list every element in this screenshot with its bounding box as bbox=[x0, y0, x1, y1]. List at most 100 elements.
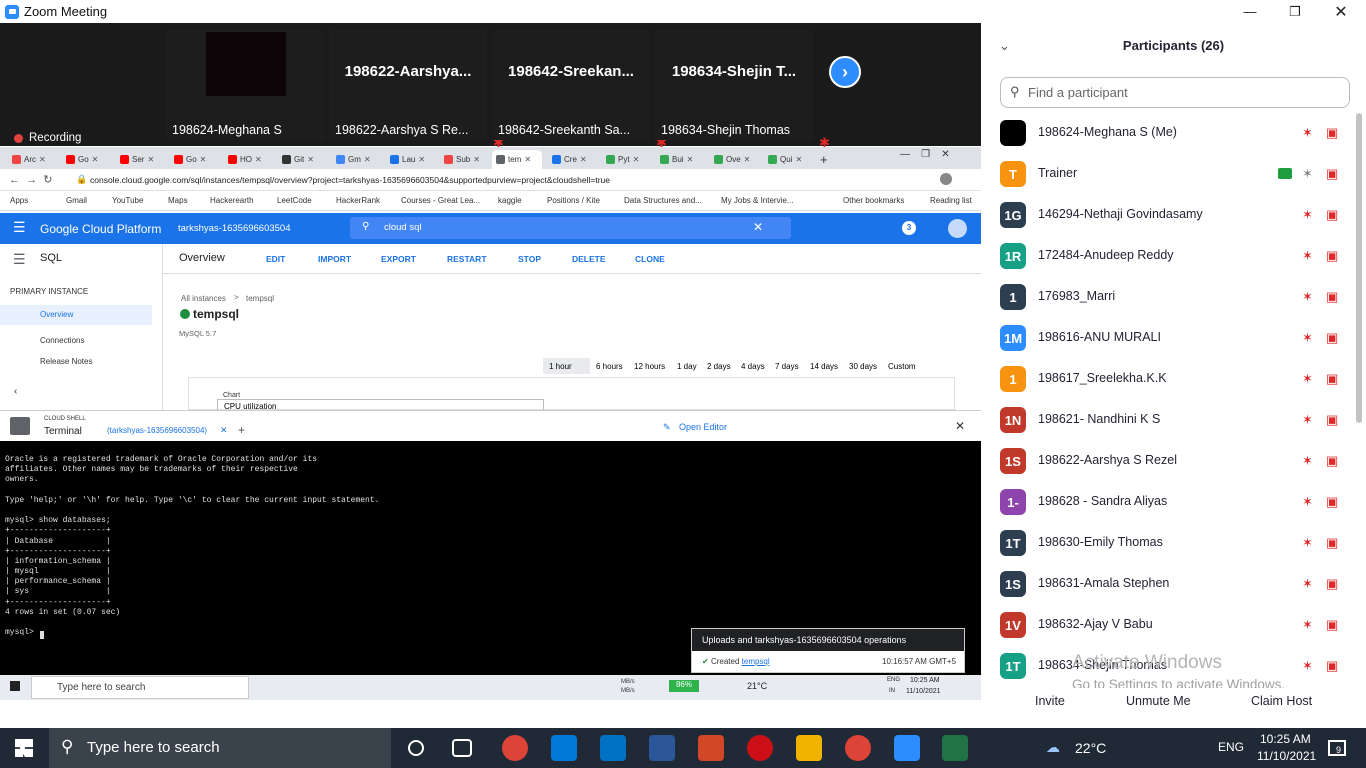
participant-row[interactable]: 1S 198622-Aarshya S Rezel ✶ ▣ bbox=[981, 441, 1366, 482]
participant-row[interactable]: 1- 198628 - Sandra Aliyas ✶ ▣ bbox=[981, 482, 1366, 523]
gcp-title[interactable]: Google Cloud Platform bbox=[40, 222, 161, 236]
browser-tab[interactable]: Lau ✕ bbox=[386, 150, 425, 169]
browser-tab-active[interactable]: tem ✕ bbox=[492, 150, 542, 169]
range-option[interactable]: 7 days bbox=[775, 362, 799, 371]
nav-item-connections[interactable]: Connections bbox=[40, 336, 84, 345]
participant-row[interactable]: 1N 198621- Nandhini K S ✶ ▣ bbox=[981, 400, 1366, 441]
scrollbar[interactable] bbox=[1356, 113, 1362, 423]
toast-link[interactable]: tempsql bbox=[742, 657, 770, 666]
close-session-icon[interactable]: ✕ bbox=[220, 425, 228, 436]
bookmark[interactable]: YouTube bbox=[112, 196, 143, 205]
zoom-app-icon[interactable] bbox=[894, 735, 920, 761]
account-avatar[interactable] bbox=[948, 219, 967, 238]
session-tab[interactable]: (tarkshyas-1635696603504) bbox=[107, 426, 207, 435]
word-icon[interactable] bbox=[649, 735, 675, 761]
participant-row[interactable]: 1 198617_Sreelekha.K.K ✶ ▣ bbox=[981, 359, 1366, 400]
range-option[interactable]: 1 day bbox=[677, 362, 697, 371]
browser-tab[interactable]: Pyt ✕ bbox=[602, 150, 639, 169]
stop-button[interactable]: STOP bbox=[518, 254, 541, 264]
mail-icon[interactable] bbox=[600, 735, 626, 761]
export-button[interactable]: EXPORT bbox=[381, 254, 416, 264]
restart-button[interactable]: RESTART bbox=[447, 254, 487, 264]
terminal-tab[interactable]: Terminal bbox=[44, 426, 82, 437]
search-input[interactable]: cloud sql bbox=[384, 222, 422, 233]
video-tile[interactable]: ✱ 198624-Meghana S bbox=[166, 30, 504, 150]
browser-tab[interactable]: Bui ✕ bbox=[656, 150, 693, 169]
notifications-badge[interactable]: 3 bbox=[902, 221, 916, 235]
file-explorer-icon[interactable] bbox=[796, 735, 822, 761]
store-icon[interactable] bbox=[551, 735, 577, 761]
restore-button[interactable]: ❐ bbox=[1272, 0, 1318, 23]
video-tile[interactable]: 198642-Sreekan... ✱ 198642-Sreekanth Sa..… bbox=[492, 30, 830, 150]
bookmark[interactable]: LeetCode bbox=[277, 196, 312, 205]
video-tile[interactable]: 198634-Shejin T... ✱198634-Shejin Thomas bbox=[655, 30, 993, 150]
clone-button[interactable]: CLONE bbox=[635, 254, 665, 264]
participant-row[interactable]: 1 176983_Marri ✶ ▣ bbox=[981, 277, 1366, 318]
participant-row[interactable]: 1S 198631-Amala Stephen ✶ ▣ bbox=[981, 564, 1366, 605]
windows-start-icon[interactable] bbox=[10, 681, 20, 691]
task-view-icon[interactable] bbox=[452, 739, 472, 757]
invite-button[interactable]: Invite bbox=[1035, 694, 1065, 708]
opera-icon[interactable] bbox=[747, 735, 773, 761]
range-1-hour[interactable]: 1 hour bbox=[543, 358, 590, 374]
collapse-nav-icon[interactable]: ‹ bbox=[14, 386, 17, 397]
taskbar-search[interactable]: Type here to search bbox=[31, 676, 249, 699]
participant-row[interactable]: T Trainer ✶ ▣ bbox=[981, 154, 1366, 195]
browser-tab[interactable]: Go ✕ bbox=[62, 150, 98, 169]
minimize-button[interactable]: — bbox=[1227, 0, 1273, 23]
open-editor-button[interactable]: Open Editor bbox=[679, 422, 727, 432]
range-option[interactable]: 6 hours bbox=[596, 362, 623, 371]
new-tab-button[interactable]: + bbox=[816, 150, 828, 169]
browser-tab[interactable]: Arc ✕ bbox=[8, 150, 46, 169]
next-page-arrow-icon[interactable]: › bbox=[829, 56, 861, 88]
taskbar-date[interactable]: 11/10/2021 bbox=[1257, 749, 1316, 763]
participant-row[interactable]: 1R 172484-Anudeep Reddy ✶ ▣ bbox=[981, 236, 1366, 277]
bookmark[interactable]: Hackerearth bbox=[210, 196, 254, 205]
browser-tab[interactable]: Ove ✕ bbox=[710, 150, 750, 169]
bookmark[interactable]: HackerRank bbox=[336, 196, 380, 205]
import-button[interactable]: IMPORT bbox=[318, 254, 351, 264]
browser-tab[interactable]: Sub ✕ bbox=[440, 150, 480, 169]
browser-tab[interactable]: Cre ✕ bbox=[548, 150, 587, 169]
browser-tab[interactable]: Qui ✕ bbox=[764, 150, 802, 169]
range-option[interactable]: 4 days bbox=[741, 362, 765, 371]
chrome-profile-icon[interactable] bbox=[845, 735, 871, 761]
participant-row[interactable]: 1T 198630-Emily Thomas ✶ ▣ bbox=[981, 523, 1366, 564]
delete-button[interactable]: DELETE bbox=[572, 254, 606, 264]
taskbar-time[interactable]: 10:25 AM bbox=[1260, 732, 1311, 746]
participant-row[interactable]: 1M 198616-ANU MURALI ✶ ▣ bbox=[981, 318, 1366, 359]
reading-list[interactable]: Reading list bbox=[930, 196, 972, 205]
browser-tab[interactable]: Git ✕ bbox=[278, 150, 314, 169]
bookmark[interactable]: Gmail bbox=[66, 196, 87, 205]
windows-start-icon[interactable] bbox=[15, 739, 33, 757]
range-custom[interactable]: Custom bbox=[888, 362, 916, 371]
url-field[interactable]: console.cloud.google.com/sql/instances/t… bbox=[90, 175, 610, 185]
bookmark-folder[interactable]: Other bookmarks bbox=[843, 196, 904, 205]
range-option[interactable]: 2 days bbox=[707, 362, 731, 371]
cortana-icon[interactable] bbox=[408, 740, 424, 756]
participant-row[interactable]: 198624-Meghana S (Me) ✶ ▣ bbox=[981, 113, 1366, 154]
bookmark[interactable]: Maps bbox=[168, 196, 188, 205]
claim-host-button[interactable]: Claim Host bbox=[1251, 694, 1312, 708]
range-option[interactable]: 14 days bbox=[810, 362, 838, 371]
participant-row[interactable]: 1V 198632-Ajay V Babu ✶ ▣ bbox=[981, 605, 1366, 646]
video-tile[interactable]: 198622-Aarshya... ✱ 198622-Aarshya S Re..… bbox=[329, 30, 667, 150]
range-option[interactable]: 30 days bbox=[849, 362, 877, 371]
browser-tab[interactable]: Gm ✕ bbox=[332, 150, 371, 169]
excel-icon[interactable] bbox=[942, 735, 968, 761]
bookmark[interactable]: Apps bbox=[10, 196, 28, 205]
search-box[interactable]: ⚲ cloud sql ✕ bbox=[350, 217, 791, 239]
taskbar-lang[interactable]: ENG bbox=[1218, 740, 1244, 754]
range-option[interactable]: 12 hours bbox=[634, 362, 665, 371]
breadcrumb-all-instances[interactable]: All instances bbox=[181, 294, 226, 303]
menu-icon[interactable]: ☰ bbox=[13, 219, 26, 236]
bookmark[interactable]: Courses - Great Lea... bbox=[401, 196, 480, 205]
profile-avatar[interactable] bbox=[940, 173, 952, 185]
close-shell-icon[interactable]: ✕ bbox=[955, 419, 965, 433]
participant-row[interactable]: 1G 146294-Nethaji Govindasamy ✶ ▣ bbox=[981, 195, 1366, 236]
chrome-icon[interactable] bbox=[502, 735, 528, 761]
project-selector[interactable]: tarkshyas-1635696603504 bbox=[178, 223, 291, 234]
bookmark[interactable]: kaggle bbox=[498, 196, 522, 205]
chart-metric-select[interactable]: CPU utilization bbox=[217, 399, 544, 411]
nav-item-release-notes[interactable]: Release Notes bbox=[40, 357, 92, 366]
